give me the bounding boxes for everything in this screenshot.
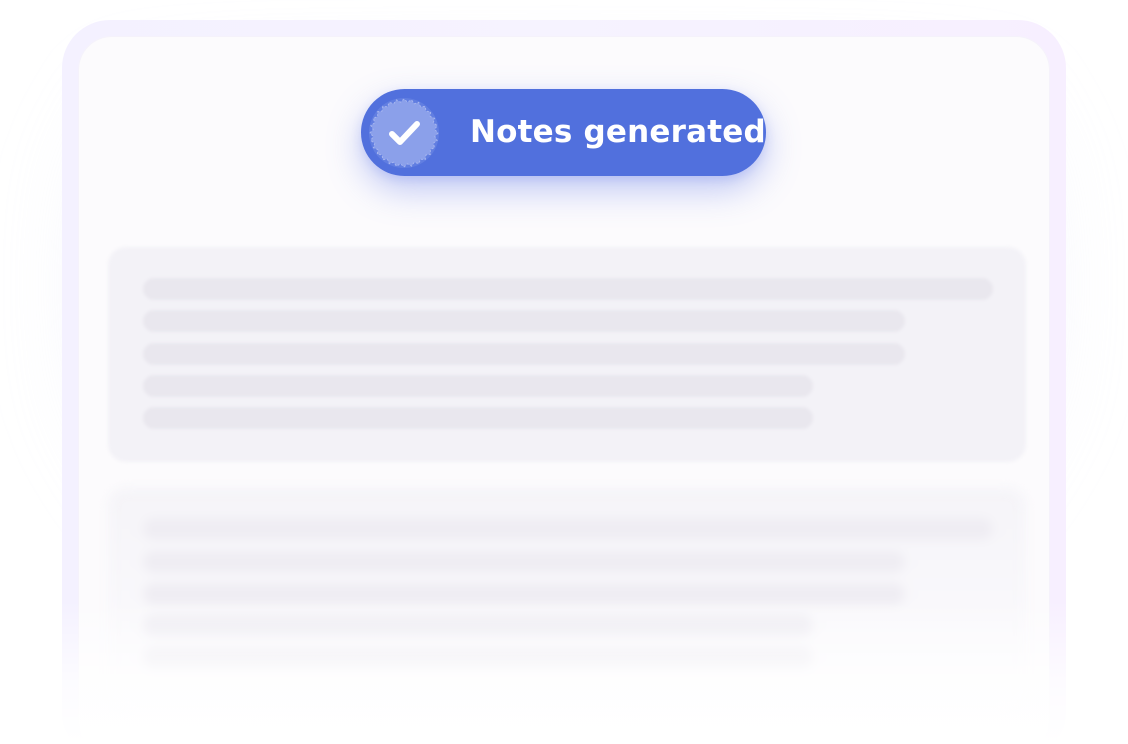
skeleton-line — [143, 551, 905, 573]
notes-generated-scene: Notes generated — [0, 0, 1128, 744]
check-badge-icon — [367, 96, 441, 170]
skeleton-line — [143, 518, 993, 540]
skeleton-line — [143, 278, 993, 300]
skeleton-line — [143, 343, 905, 365]
skeleton-line — [143, 583, 905, 605]
notes-placeholder-panel — [108, 488, 1026, 708]
skeleton-line — [143, 647, 813, 669]
notes-placeholder-panel — [108, 247, 1026, 462]
skeleton-line — [143, 375, 813, 397]
notes-generated-toast: Notes generated — [361, 89, 766, 176]
toast-label: Notes generated — [470, 114, 766, 150]
skeleton-line — [143, 615, 813, 637]
skeleton-line — [143, 310, 905, 332]
skeleton-line — [143, 407, 813, 429]
